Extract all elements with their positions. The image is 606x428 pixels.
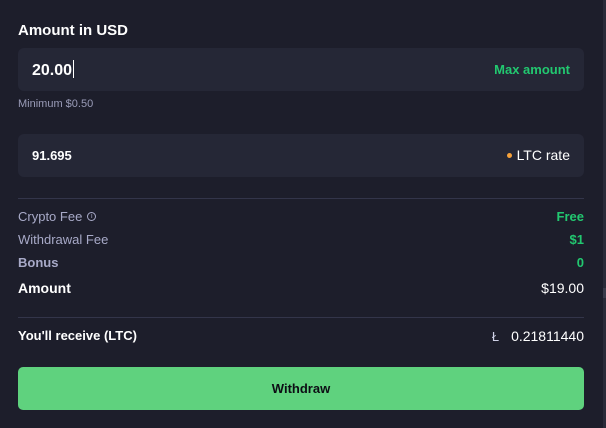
withdraw-button[interactable]: Withdraw <box>18 367 584 410</box>
divider <box>18 198 584 199</box>
withdrawal-fee-row: Withdrawal Fee $1 <box>18 232 584 250</box>
minimum-hint: Minimum $0.50 <box>18 98 94 110</box>
receive-row: You'll receive (LTC) Ł 0.21811440 <box>18 328 584 348</box>
rate-label: LTC rate <box>516 147 570 163</box>
crypto-fee-label: Crypto Fee <box>18 209 83 224</box>
crypto-fee-value: Free <box>556 209 584 224</box>
crypto-fee-label-group: Crypto Fee i <box>18 209 97 224</box>
crypto-fee-row: Crypto Fee i Free <box>18 209 584 227</box>
amount-row: Amount $19.00 <box>18 280 584 298</box>
bonus-label: Bonus <box>18 255 59 270</box>
amount-summary-label: Amount <box>18 280 71 296</box>
rate-value: 91.695 <box>32 148 72 163</box>
litecoin-icon: Ł <box>491 328 500 344</box>
receive-value-group: Ł 0.21811440 <box>492 328 584 344</box>
bonus-row: Bonus 0 <box>18 255 584 273</box>
amount-summary-value: $19.00 <box>541 280 584 296</box>
withdrawal-fee-label: Withdrawal Fee <box>18 232 109 247</box>
text-cursor <box>73 60 75 78</box>
amount-input[interactable]: 20.00 Max amount <box>18 48 584 91</box>
withdrawal-fee-value: $1 <box>569 232 584 247</box>
amount-label: Amount in USD <box>18 22 128 39</box>
amount-input-value[interactable]: 20.00 <box>32 60 75 80</box>
bonus-value: 0 <box>576 255 584 270</box>
info-icon[interactable]: i <box>87 212 97 221</box>
receive-label: You'll receive (LTC) <box>18 328 137 343</box>
rate-label-group: LTC rate <box>506 147 570 163</box>
receive-value: 0.21811440 <box>511 328 584 344</box>
rate-status-dot <box>506 152 512 158</box>
max-amount-button[interactable]: Max amount <box>494 62 570 77</box>
divider <box>18 317 584 318</box>
rate-field: 91.695 LTC rate <box>18 134 584 177</box>
